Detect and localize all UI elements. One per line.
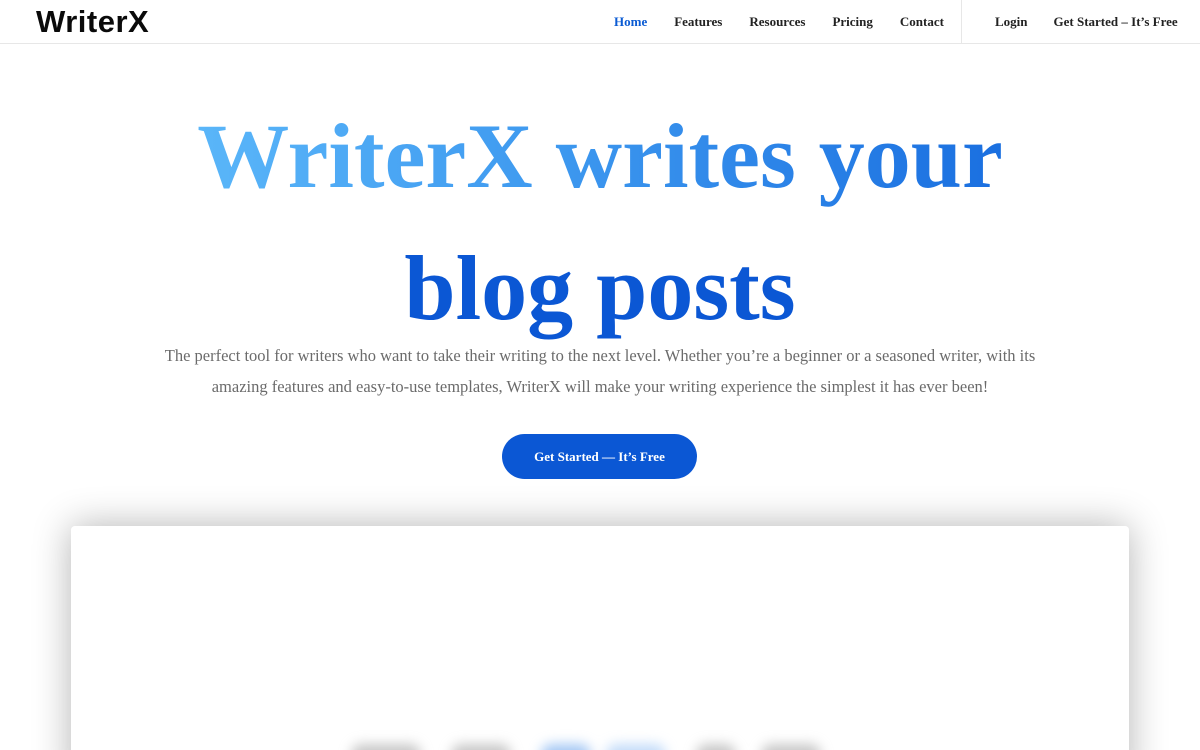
brand-logo[interactable]: WriterX [36,4,149,40]
nav-resources-link[interactable]: Resources [749,14,805,30]
get-started-button[interactable]: Get Started — It’s Free [502,434,697,479]
nav-home-link[interactable]: Home [614,14,647,30]
hero-title: WriterX writes your blog posts [0,90,1200,354]
nav-pricing-link[interactable]: Pricing [832,14,872,30]
hero-title-line-2: blog posts [404,237,796,339]
nav-features-link[interactable]: Features [674,14,722,30]
nav-divider [961,0,962,44]
product-preview-panel [71,526,1129,750]
account-nav: Login Get Started – It’s Free [995,0,1178,44]
preview-blurred-content [351,726,851,750]
main-nav: Home Features Resources Pricing Contact [614,0,971,44]
hero-title-line-1: WriterX writes your [197,90,1003,222]
hero-subtitle: The perfect tool for writers who want to… [164,346,1036,396]
site-header: WriterX Home Features Resources Pricing … [0,0,1200,44]
login-link[interactable]: Login [995,14,1028,30]
nav-contact-link[interactable]: Contact [900,14,944,30]
get-started-nav-link[interactable]: Get Started – It’s Free [1054,14,1178,30]
